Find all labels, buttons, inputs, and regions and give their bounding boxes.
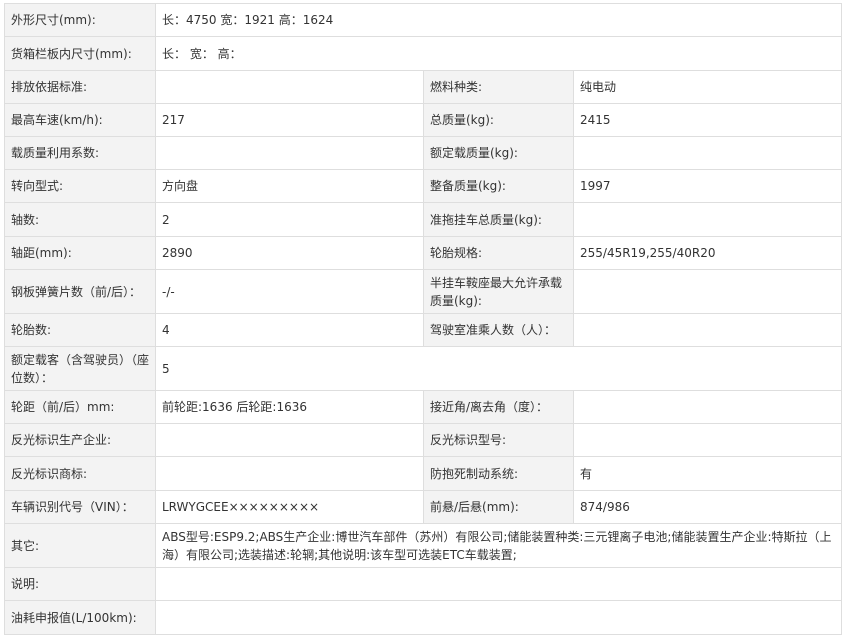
label-front-rear-overhang: 前悬/后悬(mm): <box>423 490 574 524</box>
value-reflective-maker <box>155 423 424 457</box>
spec-row-fuel-consumption: 油耗申报值(L/100km): <box>4 600 842 635</box>
spec-row-reflective-brand-abs: 反光标识商标: 防抱死制动系统: 有 <box>4 456 842 491</box>
label-vin: 车辆识别代号（VIN）： <box>4 490 156 524</box>
label-load-utilization: 载质量利用系数: <box>4 136 156 170</box>
label-remarks: 说明: <box>4 567 156 601</box>
label-exterior-dimensions: 外形尺寸(mm): <box>4 3 156 37</box>
spec-row-emission-fuel: 排放依据标准: 燃料种类: 纯电动 <box>4 70 842 104</box>
spec-row-exterior-dimensions: 外形尺寸(mm): 长：4750 宽：1921 高：1624 <box>4 3 842 37</box>
value-vin: LRWYGCEE××××××××× <box>155 490 424 524</box>
value-curb-mass: 1997 <box>573 169 842 203</box>
spec-row-axles-trailer: 轴数: 2 准拖挂车总质量(kg): <box>4 202 842 237</box>
label-steering-type: 转向型式: <box>4 169 156 203</box>
value-other: ABS型号:ESP9.2;ABS生产企业:博世汽车部件（苏州）有限公司;储能装置… <box>155 523 842 568</box>
label-track-width: 轮距（前/后）mm: <box>4 390 156 424</box>
spec-row-reflective-maker-model: 反光标识生产企业: 反光标识型号: <box>4 423 842 457</box>
value-tire-spec: 255/45R19,255/40R20 <box>573 236 842 270</box>
label-cargo-box-dimensions: 货箱栏板内尺寸(mm): <box>4 36 156 71</box>
value-fuel-type: 纯电动 <box>573 70 842 104</box>
value-track-width: 前轮距:1636 后轮距:1636 <box>155 390 424 424</box>
value-remarks <box>155 567 842 601</box>
label-tire-count: 轮胎数: <box>4 313 156 347</box>
value-rated-load <box>573 136 842 170</box>
value-reflective-brand <box>155 456 424 491</box>
spec-row-speed-mass: 最高车速(km/h): 217 总质量(kg): 2415 <box>4 103 842 137</box>
label-abs-system: 防抱死制动系统: <box>423 456 574 491</box>
label-reflective-brand: 反光标识商标: <box>4 456 156 491</box>
label-cab-seating: 驾驶室准乘人数（人）： <box>423 313 574 347</box>
label-approach-departure-angle: 接近角/离去角（度）： <box>423 390 574 424</box>
label-semitrailer-saddle-load: 半挂车鞍座最大允许承载质量(kg): <box>423 269 574 314</box>
value-semitrailer-saddle-load <box>573 269 842 314</box>
label-leaf-spring-count: 钢板弹簧片数（前/后）： <box>4 269 156 314</box>
spec-row-remarks: 说明: <box>4 567 842 601</box>
label-trailer-gross-mass: 准拖挂车总质量(kg): <box>423 202 574 237</box>
spec-row-other: 其它: ABS型号:ESP9.2;ABS生产企业:博世汽车部件（苏州）有限公司;… <box>4 523 842 568</box>
value-cab-seating <box>573 313 842 347</box>
label-rated-passengers: 额定载客（含驾驶员）（座位数）： <box>4 346 156 391</box>
label-rated-load: 额定载质量(kg): <box>423 136 574 170</box>
value-front-rear-overhang: 874/986 <box>573 490 842 524</box>
spec-row-vin-overhang: 车辆识别代号（VIN）： LRWYGCEE××××××××× 前悬/后悬(mm)… <box>4 490 842 524</box>
value-fuel-consumption <box>155 600 842 635</box>
value-axle-count: 2 <box>155 202 424 237</box>
label-reflective-model: 反光标识型号: <box>423 423 574 457</box>
label-wheelbase: 轴距(mm): <box>4 236 156 270</box>
value-emission-standard <box>155 70 424 104</box>
label-gross-mass: 总质量(kg): <box>423 103 574 137</box>
value-trailer-gross-mass <box>573 202 842 237</box>
spec-row-steering-curb: 转向型式: 方向盘 整备质量(kg): 1997 <box>4 169 842 203</box>
label-emission-standard: 排放依据标准: <box>4 70 156 104</box>
value-reflective-model <box>573 423 842 457</box>
value-abs-system: 有 <box>573 456 842 491</box>
spec-row-tires-cab: 轮胎数: 4 驾驶室准乘人数（人）： <box>4 313 842 347</box>
value-steering-type: 方向盘 <box>155 169 424 203</box>
spec-row-track-angles: 轮距（前/后）mm: 前轮距:1636 后轮距:1636 接近角/离去角（度）： <box>4 390 842 424</box>
value-leaf-spring-count: -/- <box>155 269 424 314</box>
label-max-speed: 最高车速(km/h): <box>4 103 156 137</box>
value-max-speed: 217 <box>155 103 424 137</box>
spec-row-rated-passengers: 额定载客（含驾驶员）（座位数）： 5 <box>4 346 842 391</box>
label-axle-count: 轴数: <box>4 202 156 237</box>
value-exterior-dimensions: 长：4750 宽：1921 高：1624 <box>155 3 842 37</box>
value-load-utilization <box>155 136 424 170</box>
value-cargo-box-dimensions: 长： 宽： 高： <box>155 36 842 71</box>
spec-row-springs-saddle: 钢板弹簧片数（前/后）： -/- 半挂车鞍座最大允许承载质量(kg): <box>4 269 842 314</box>
label-reflective-maker: 反光标识生产企业: <box>4 423 156 457</box>
spec-row-cargo-box-dimensions: 货箱栏板内尺寸(mm): 长： 宽： 高： <box>4 36 842 71</box>
value-tire-count: 4 <box>155 313 424 347</box>
value-wheelbase: 2890 <box>155 236 424 270</box>
label-fuel-consumption: 油耗申报值(L/100km): <box>4 600 156 635</box>
spec-row-wheelbase-tires: 轴距(mm): 2890 轮胎规格: 255/45R19,255/40R20 <box>4 236 842 270</box>
value-gross-mass: 2415 <box>573 103 842 137</box>
label-fuel-type: 燃料种类: <box>423 70 574 104</box>
label-curb-mass: 整备质量(kg): <box>423 169 574 203</box>
vehicle-spec-table: 外形尺寸(mm): 长：4750 宽：1921 高：1624 货箱栏板内尺寸(m… <box>4 3 842 635</box>
value-rated-passengers: 5 <box>155 346 842 391</box>
label-tire-spec: 轮胎规格: <box>423 236 574 270</box>
spec-row-load: 载质量利用系数: 额定载质量(kg): <box>4 136 842 170</box>
label-other: 其它: <box>4 523 156 568</box>
value-approach-departure-angle <box>573 390 842 424</box>
